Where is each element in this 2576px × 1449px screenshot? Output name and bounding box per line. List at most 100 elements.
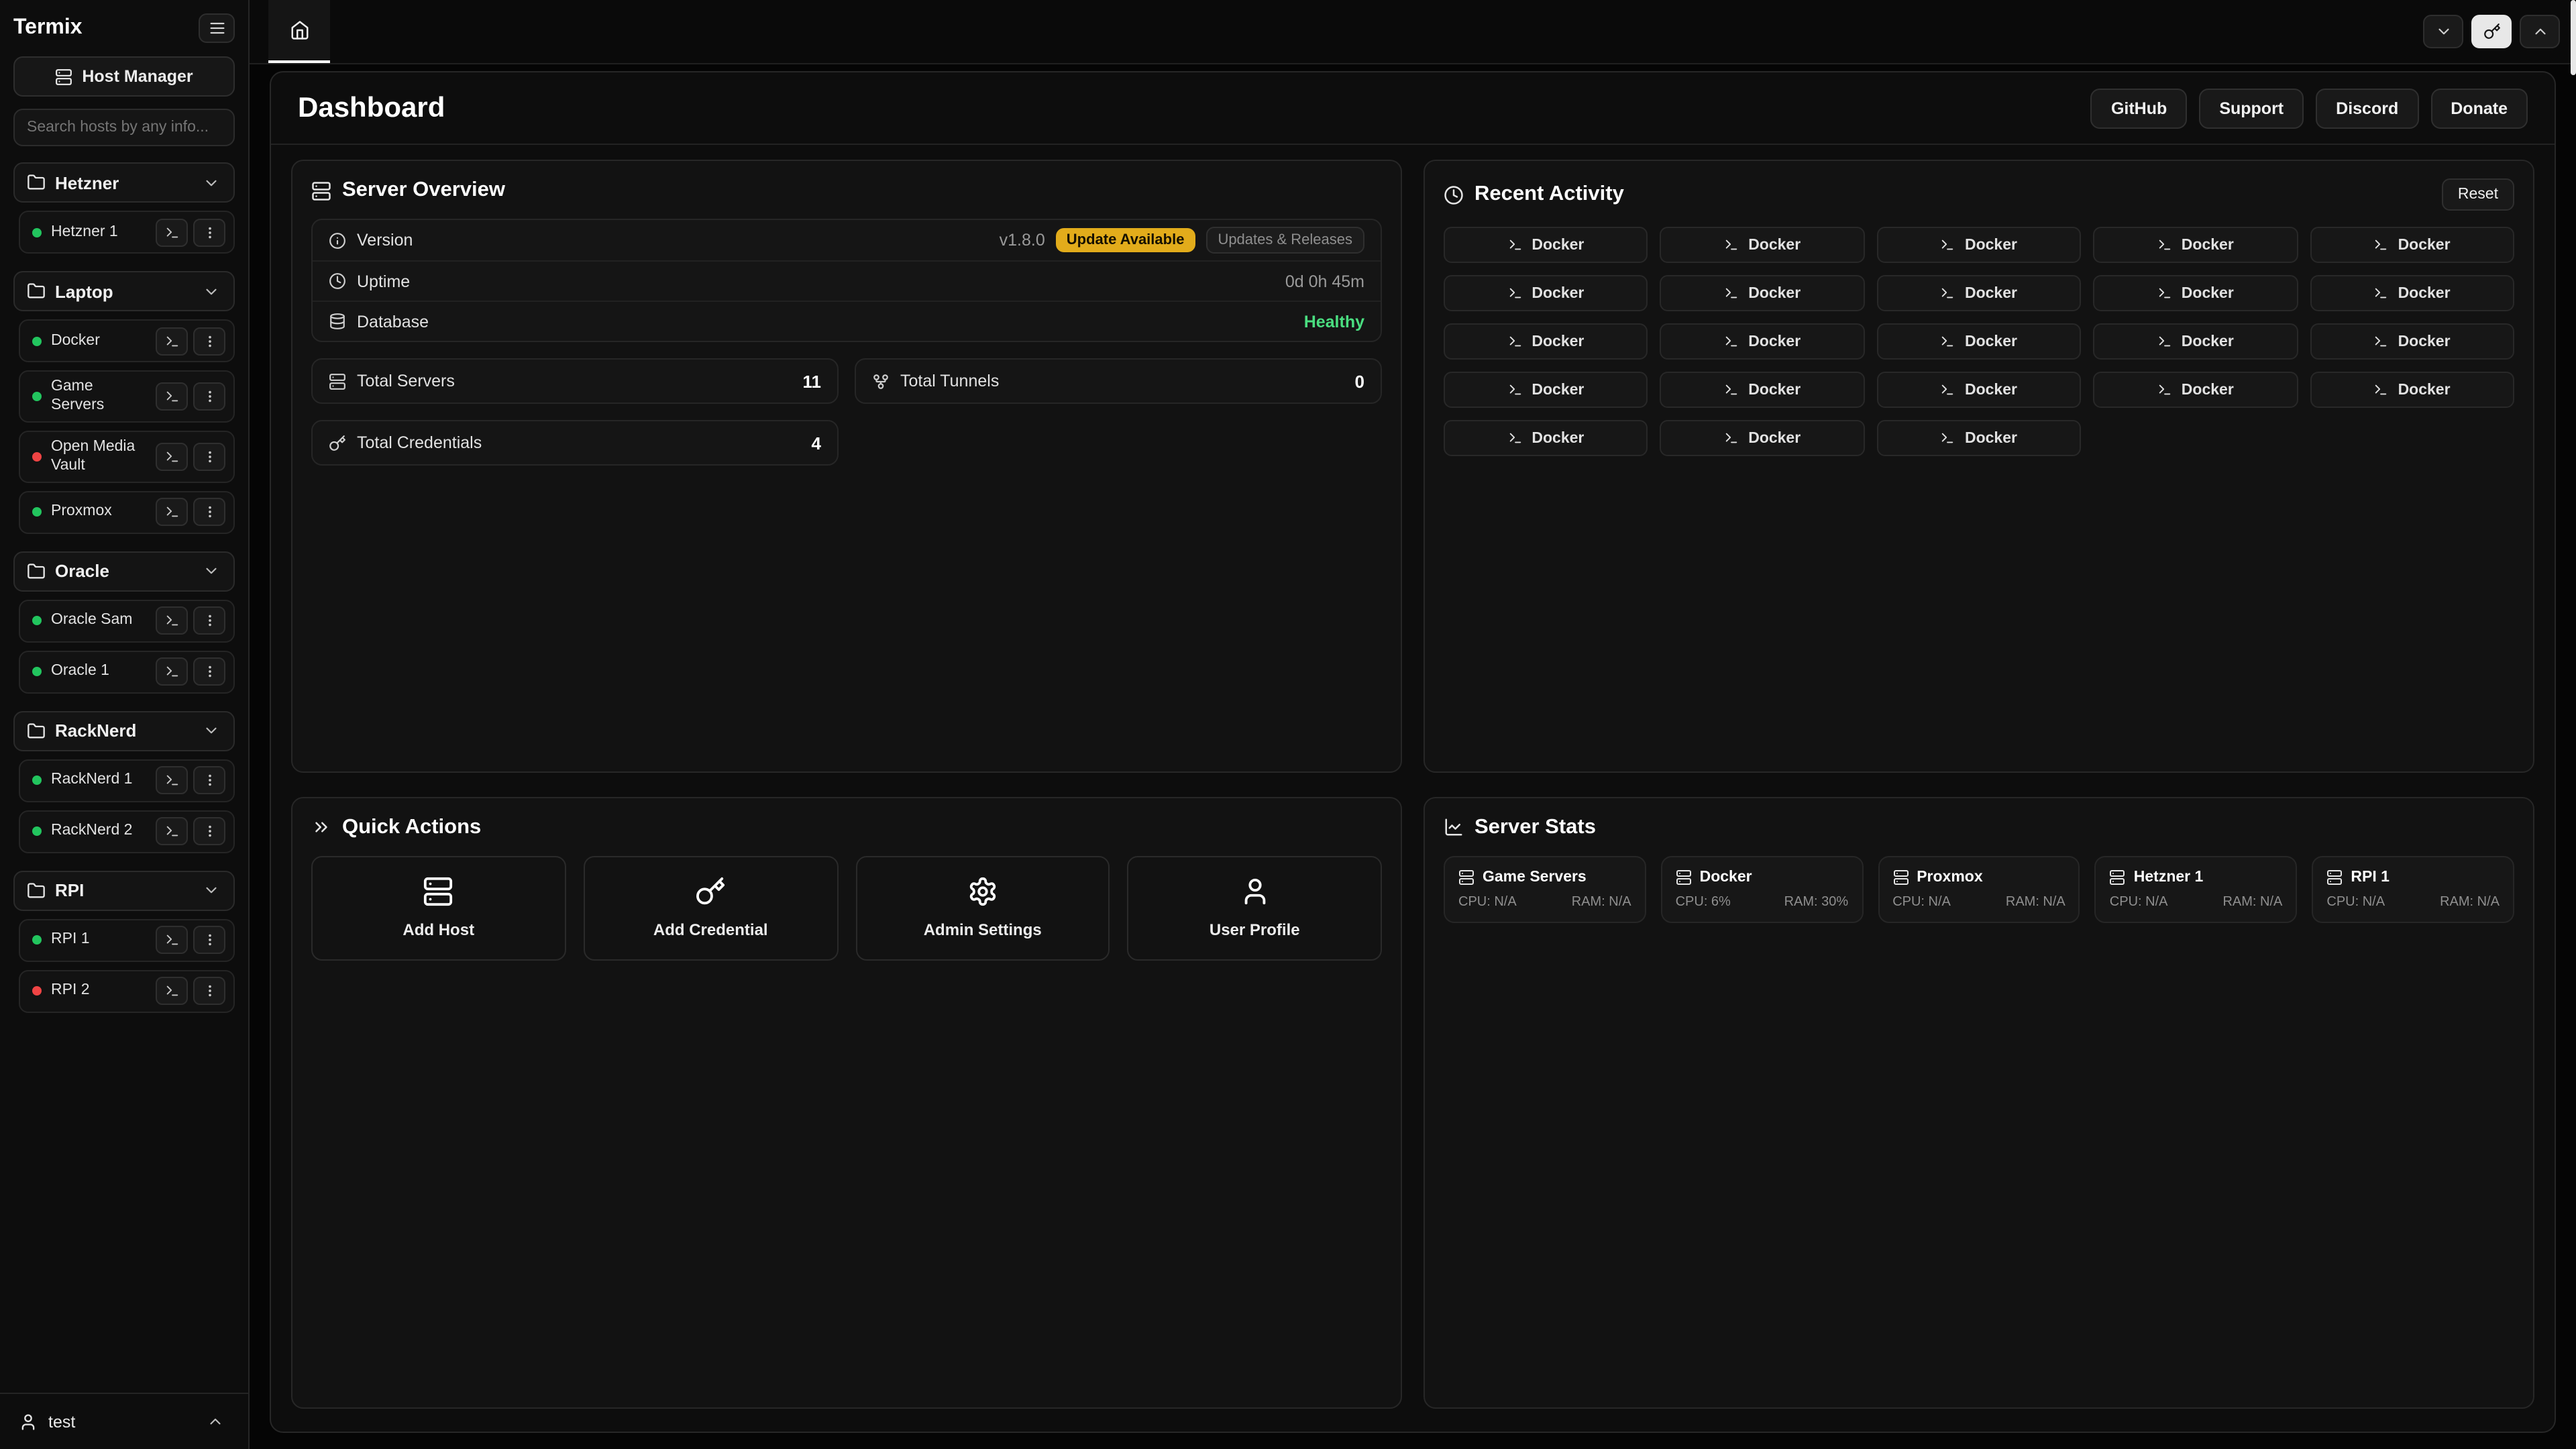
recent-activity-item[interactable]: Docker bbox=[1877, 227, 2082, 263]
host-terminal-button[interactable] bbox=[156, 327, 188, 355]
host-kebab-menu-button[interactable] bbox=[193, 766, 225, 794]
recent-activity-item[interactable]: Docker bbox=[1877, 372, 2082, 408]
server-stat-ram: RAM: N/A bbox=[2222, 894, 2282, 909]
github-button[interactable]: GitHub bbox=[2091, 88, 2187, 128]
support-button[interactable]: Support bbox=[2199, 88, 2304, 128]
host-terminal-button[interactable] bbox=[156, 817, 188, 845]
server-overview-title: Server Overview bbox=[311, 178, 1382, 203]
group-collapse-button[interactable] bbox=[196, 877, 225, 904]
host-row[interactable]: RackNerd 2 bbox=[19, 810, 235, 853]
group-header[interactable]: Hetzner bbox=[13, 162, 235, 203]
host-row[interactable]: Proxmox bbox=[19, 490, 235, 533]
host-row[interactable]: RPI 2 bbox=[19, 969, 235, 1012]
admin-settings-button[interactable]: Admin Settings bbox=[855, 855, 1110, 960]
host-row[interactable]: Oracle 1 bbox=[19, 650, 235, 693]
group-header[interactable]: RPI bbox=[13, 870, 235, 910]
host-terminal-button[interactable] bbox=[156, 218, 188, 246]
host-terminal-button[interactable] bbox=[156, 766, 188, 794]
key-icon bbox=[2483, 23, 2500, 40]
recent-activity-item[interactable]: Docker bbox=[1877, 323, 2082, 360]
host-kebab-menu-button[interactable] bbox=[193, 926, 225, 954]
recent-activity-item[interactable]: Docker bbox=[1660, 227, 1865, 263]
donate-button[interactable]: Donate bbox=[2430, 88, 2528, 128]
group-collapse-button[interactable] bbox=[196, 717, 225, 744]
recent-activity-item[interactable]: Docker bbox=[1660, 275, 1865, 311]
recent-activity-item[interactable]: Docker bbox=[1444, 275, 1648, 311]
recent-activity-item[interactable]: Docker bbox=[2310, 323, 2514, 360]
host-row[interactable]: Oracle Sam bbox=[19, 599, 235, 642]
host-kebab-menu-button[interactable] bbox=[193, 218, 225, 246]
recent-activity-item[interactable]: Docker bbox=[1660, 372, 1865, 408]
group-header[interactable]: Laptop bbox=[13, 271, 235, 311]
host-group-rpi: RPI RPI 1 bbox=[13, 870, 235, 1012]
recent-activity-item[interactable]: Docker bbox=[2093, 275, 2298, 311]
recent-activity-item[interactable]: Docker bbox=[1444, 372, 1648, 408]
group-header[interactable]: Oracle bbox=[13, 551, 235, 591]
host-kebab-menu-button[interactable] bbox=[193, 817, 225, 845]
user-menu[interactable]: test bbox=[0, 1393, 248, 1449]
host-status-dot bbox=[32, 451, 42, 461]
reset-button[interactable]: Reset bbox=[2442, 178, 2514, 211]
host-manager-button[interactable]: Host Manager bbox=[13, 56, 235, 97]
updates-releases-button[interactable]: Updates & Releases bbox=[1205, 227, 1364, 254]
add-credential-button[interactable]: Add Credential bbox=[584, 855, 839, 960]
host-row[interactable]: Hetzner 1 bbox=[19, 211, 235, 254]
host-terminal-button[interactable] bbox=[156, 606, 188, 635]
group-collapse-button[interactable] bbox=[196, 278, 225, 305]
host-kebab-menu-button[interactable] bbox=[193, 606, 225, 635]
scrollbar-thumb[interactable] bbox=[2571, 0, 2576, 75]
recent-activity-item[interactable]: Docker bbox=[2310, 372, 2514, 408]
recent-activity-item[interactable]: Docker bbox=[2310, 275, 2514, 311]
host-kebab-menu-button[interactable] bbox=[193, 327, 225, 355]
discord-button[interactable]: Discord bbox=[2316, 88, 2418, 128]
host-kebab-menu-button[interactable] bbox=[193, 442, 225, 470]
sidebar: Termix Host Manager Hetzner bbox=[0, 0, 250, 1449]
recent-activity-item[interactable]: Docker bbox=[1877, 275, 2082, 311]
recent-activity-item[interactable]: Docker bbox=[1444, 323, 1648, 360]
chevron-up-icon bbox=[2531, 23, 2548, 40]
user-menu-expand-button[interactable] bbox=[200, 1408, 229, 1435]
host-kebab-menu-button[interactable] bbox=[193, 498, 225, 526]
host-name: Oracle 1 bbox=[51, 662, 146, 682]
host-kebab-menu-button[interactable] bbox=[193, 657, 225, 686]
recent-activity-item[interactable]: Docker bbox=[1877, 420, 2082, 456]
host-kebab-menu-button[interactable] bbox=[193, 382, 225, 411]
recent-activity-item[interactable]: Docker bbox=[2093, 372, 2298, 408]
user-profile-button[interactable]: User Profile bbox=[1128, 855, 1383, 960]
tab-scroll-up-button[interactable] bbox=[2520, 15, 2560, 48]
host-row[interactable]: Game Servers bbox=[19, 370, 235, 423]
recent-activity-item[interactable]: Docker bbox=[2093, 227, 2298, 263]
host-terminal-button[interactable] bbox=[156, 657, 188, 686]
host-group-racknerd: RackNerd RackNerd 1 bbox=[13, 710, 235, 853]
host-row[interactable]: Docker bbox=[19, 319, 235, 362]
host-terminal-button[interactable] bbox=[156, 926, 188, 954]
recent-activity-item[interactable]: Docker bbox=[2093, 323, 2298, 360]
recent-activity-item[interactable]: Docker bbox=[1444, 420, 1648, 456]
server-icon bbox=[2110, 869, 2126, 885]
terminal-icon bbox=[2374, 382, 2389, 397]
host-terminal-button[interactable] bbox=[156, 498, 188, 526]
host-terminal-button[interactable] bbox=[156, 977, 188, 1005]
tab-scroll-down-button[interactable] bbox=[2423, 15, 2463, 48]
add-host-button[interactable]: Add Host bbox=[311, 855, 566, 960]
page-scrollbar[interactable] bbox=[2571, 0, 2576, 1449]
host-row[interactable]: RackNerd 1 bbox=[19, 759, 235, 802]
group-header[interactable]: RackNerd bbox=[13, 710, 235, 751]
host-row[interactable]: Open Media Vault bbox=[19, 431, 235, 483]
recent-activity-item[interactable]: Docker bbox=[1660, 323, 1865, 360]
terminal-icon bbox=[1941, 286, 1955, 301]
recent-activity-item[interactable]: Docker bbox=[1660, 420, 1865, 456]
group-collapse-button[interactable] bbox=[196, 169, 225, 196]
host-search-input[interactable] bbox=[13, 109, 235, 146]
recent-activity-item[interactable]: Docker bbox=[2310, 227, 2514, 263]
group-collapse-button[interactable] bbox=[196, 557, 225, 584]
tab-home[interactable] bbox=[268, 0, 330, 63]
host-terminal-button[interactable] bbox=[156, 382, 188, 411]
ssh-keys-button[interactable] bbox=[2471, 15, 2512, 48]
host-terminal-button[interactable] bbox=[156, 442, 188, 470]
host-row[interactable]: RPI 1 bbox=[19, 918, 235, 961]
recent-activity-item[interactable]: Docker bbox=[1444, 227, 1648, 263]
host-kebab-menu-button[interactable] bbox=[193, 977, 225, 1005]
terminal-icon bbox=[164, 983, 179, 998]
sidebar-menu-button[interactable] bbox=[199, 13, 235, 43]
